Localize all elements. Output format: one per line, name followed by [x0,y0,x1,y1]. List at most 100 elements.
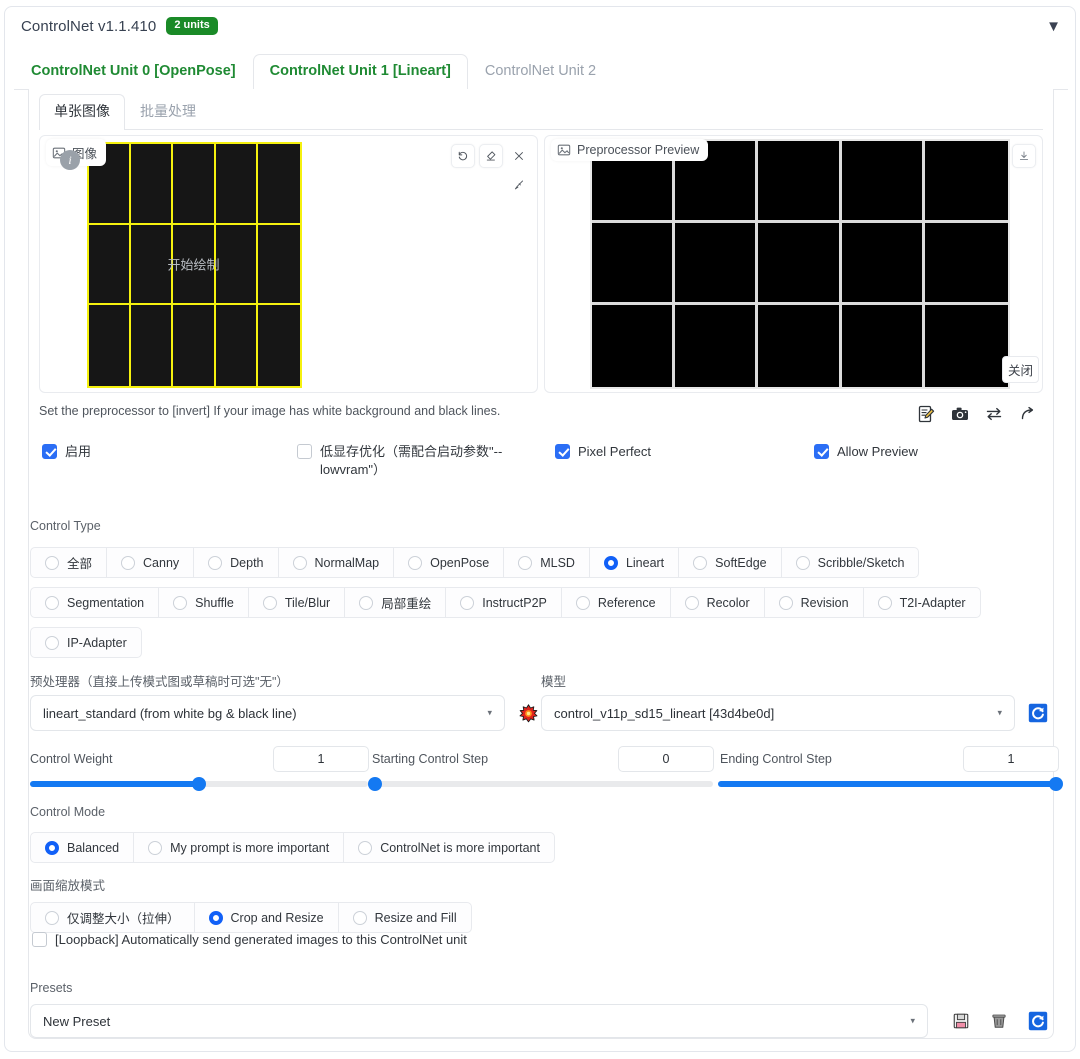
control-type-option-label: Recolor [706,595,750,610]
slider-knob[interactable] [192,777,206,791]
close-preview-button[interactable]: 关闭 [1001,356,1039,383]
canvas-toolbar-secondary [507,173,531,197]
run-preprocessor-button[interactable] [513,698,543,728]
delete-preset-button[interactable] [984,1006,1014,1036]
swap-icon[interactable] [979,399,1009,429]
control-type-option-revision[interactable]: Revision [763,587,864,618]
control-mode-option-balanced[interactable]: Balanced [30,832,135,863]
slider-knob[interactable] [1049,777,1063,791]
control-type-option-recolor[interactable]: Recolor [669,587,765,618]
eraser-glyph [486,151,496,161]
preprocessor-preview-pane[interactable]: Preprocessor Preview 关闭 [544,135,1043,393]
control-type-option-instructp2p[interactable]: InstructP2P [445,587,562,618]
ending-control-step-slider[interactable] [718,777,1063,791]
radio-dot [408,555,423,570]
trash-icon [992,1014,1006,1028]
slider-knob[interactable] [368,777,382,791]
checkbox-lowvram[interactable]: 低显存优化（需配合启动参数"--lowvram"） [297,443,547,478]
model-select[interactable]: control_v11p_sd15_lineart [43d4be0d] ▾ [541,695,1015,731]
checkbox-enable[interactable]: 启用 [42,443,282,461]
starting-control-step-value[interactable]: 0 [618,746,714,772]
starting-control-step-label: Starting Control Step [372,752,489,766]
preprocessor-select[interactable]: lineart_standard (from white bg & black … [30,695,505,731]
tab-single-image[interactable]: 单张图像 [39,94,125,130]
control-type-option-all[interactable]: 全部 [30,547,108,578]
checkbox-pixel-perfect-box [555,444,570,459]
edit-note-icon[interactable] [911,399,941,429]
control-type-option-mlsd[interactable]: MLSD [503,547,590,578]
control-weight-slider[interactable] [30,777,368,791]
checkbox-loopback-label: [Loopback] Automatically send generated … [55,932,467,947]
control-type-option-reference[interactable]: Reference [560,587,671,618]
drawing-canvas[interactable]: 开始绘制 [87,142,302,388]
control-type-option-segmentation[interactable]: Segmentation [30,587,160,618]
chevron-down-icon[interactable]: ▼ [1046,19,1061,34]
resize-mode-option-just-resize[interactable]: 仅调整大小（拉伸） [30,902,195,933]
send-arrow-icon[interactable] [1013,399,1043,429]
refresh-icon [1028,703,1048,723]
input-image-pane[interactable]: 图像 i 开始绘制 [39,135,538,393]
resize-mode-option-resize-and-fill[interactable]: Resize and Fill [337,902,472,933]
grid-cell [258,305,300,386]
brush-icon[interactable] [507,173,531,197]
control-mode-option-controlnet[interactable]: ControlNet is more important [343,832,555,863]
checkbox-allow-preview[interactable]: Allow Preview [814,443,1034,461]
checkbox-lowvram-box [297,444,312,459]
eraser-icon[interactable] [479,144,503,168]
checkbox-loopback[interactable]: [Loopback] Automatically send generated … [32,931,467,949]
grid-cell [924,305,1008,387]
tab-controlnet-unit-2[interactable]: ControlNet Unit 2 [468,54,613,89]
undo-icon[interactable] [451,144,475,168]
control-type-option-openpose[interactable]: OpenPose [393,547,505,578]
resize-mode-option-crop-and-resize[interactable]: Crop and Resize [193,902,339,933]
source-tab-bar: 单张图像 批量处理 [39,94,1043,130]
image-row: 图像 i 开始绘制 Preprocessor Preview 关闭 [39,135,1043,393]
checkbox-enable-label: 启用 [65,444,92,459]
control-type-option-label: Shuffle [195,595,234,610]
explosion-icon [519,703,537,722]
control-type-option-lineart[interactable]: Lineart [588,547,680,578]
save-preset-button[interactable] [946,1006,976,1036]
control-type-option-depth[interactable]: Depth [193,547,279,578]
control-mode-option-prompt[interactable]: My prompt is more important [133,832,345,863]
info-icon[interactable]: i [60,150,80,170]
refresh-preset-button[interactable] [1023,1006,1053,1036]
controlnet-accordion: ControlNet v1.1.410 2 units ▼ ControlNet… [4,6,1076,1052]
starting-control-step-slider[interactable] [368,777,713,791]
presets-select[interactable]: New Preset ▾ [30,1004,928,1038]
refresh-model-button[interactable] [1023,698,1053,728]
control-type-option-label: MLSD [540,555,575,570]
tab-controlnet-unit-1[interactable]: ControlNet Unit 1 [Lineart] [252,53,468,90]
download-glyph [1019,151,1029,160]
control-type-option-tileblur[interactable]: Tile/Blur [247,587,346,618]
tab-batch[interactable]: 批量处理 [125,94,211,129]
tab-controlnet-unit-0[interactable]: ControlNet Unit 0 [OpenPose] [14,54,253,89]
ending-control-step-value[interactable]: 1 [963,746,1059,772]
radio-dot [208,555,223,570]
control-weight-value[interactable]: 1 [273,746,369,772]
control-type-option-softedge[interactable]: SoftEdge [678,547,782,578]
control-type-option-canny[interactable]: Canny [106,547,195,578]
radio-dot [45,635,59,650]
radio-dot [877,595,892,610]
camera-icon[interactable] [945,399,975,429]
control-type-option-inpaint[interactable]: 局部重绘 [344,587,447,618]
accordion-header[interactable]: ControlNet v1.1.410 2 units ▼ [5,7,1075,45]
checkbox-pixel-perfect[interactable]: Pixel Perfect [555,443,775,461]
canvas-toolbar [451,144,531,168]
control-type-option-normalmap[interactable]: NormalMap [277,547,395,578]
grid-cell [215,144,258,225]
grid-cell [89,305,132,386]
control-type-option-ip-adapter[interactable]: IP-Adapter [30,627,142,658]
unit-tab-bar: ControlNet Unit 0 [OpenPose] ControlNet … [14,53,1068,90]
control-type-option-label: SoftEdge [715,555,767,570]
control-type-option-scribble[interactable]: Scribble/Sketch [780,547,920,578]
close-icon[interactable] [507,144,531,168]
download-preview-button[interactable] [1012,144,1036,168]
control-mode-option-label: Balanced [67,840,120,855]
control-type-option-t2i-adapter[interactable]: T2I-Adapter [862,587,981,618]
radio-dot [173,595,188,610]
presets-value: New Preset [43,1013,111,1029]
grid-cell [675,305,759,387]
control-type-option-shuffle[interactable]: Shuffle [158,587,249,618]
